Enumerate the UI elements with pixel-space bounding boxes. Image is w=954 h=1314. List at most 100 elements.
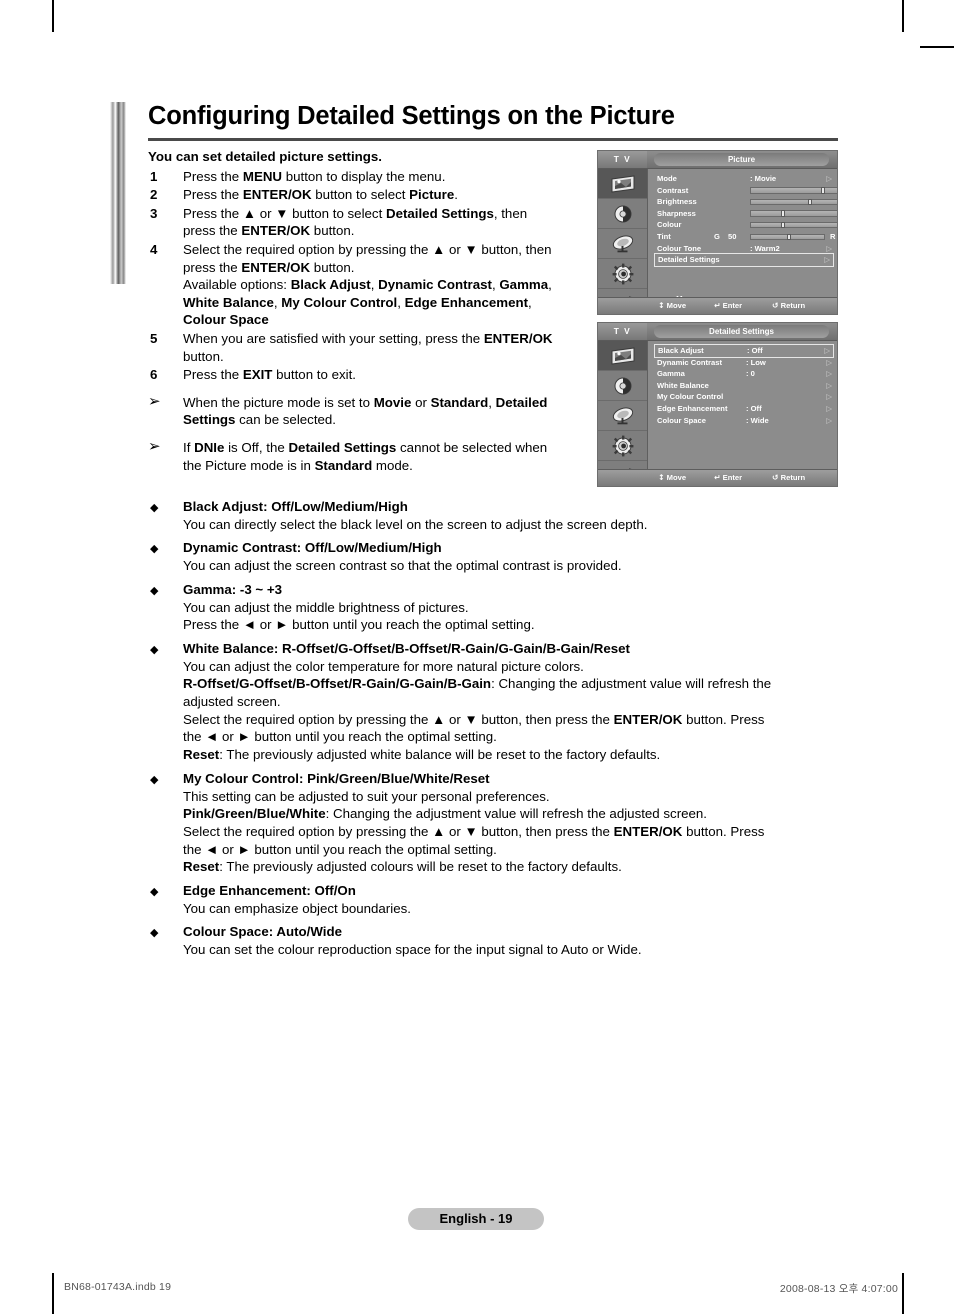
osd-slider-knob[interactable]	[781, 210, 786, 217]
osd-menu-row[interactable]: Contrast80	[654, 185, 837, 197]
bullet-text: : The previously adjusted colours will b…	[219, 859, 622, 875]
osd-detailed-move-hint: ↕ Move	[658, 470, 686, 486]
osd-slider-knob[interactable]	[781, 221, 786, 229]
updown-arrow-icon: ↕	[658, 301, 665, 310]
enter-key-icon: ↵	[714, 301, 721, 310]
print-footer-divider	[52, 1272, 904, 1273]
note-arrow-icon: ➢	[148, 436, 161, 455]
note-text: ,	[488, 394, 496, 410]
osd-menu-row[interactable]: My Colour Control ▷	[654, 391, 834, 403]
bullet-line: Select the required option by pressing t…	[183, 823, 848, 841]
sound-icon[interactable]	[598, 371, 647, 401]
step-text: press the	[183, 223, 242, 239]
chevron-right-icon[interactable]: ▷	[826, 391, 832, 403]
chevron-right-icon[interactable]: ▷	[826, 357, 832, 369]
osd-picture-enter-label: Enter	[722, 301, 743, 310]
osd-menu-row[interactable]: Brightness65	[654, 196, 837, 208]
osd-menu-row[interactable]: Colour35	[654, 219, 837, 231]
step-text: button.	[183, 348, 224, 364]
step-text: ENTER/OK	[241, 223, 311, 239]
bullet-text: : The previously adjusted white balance …	[219, 747, 661, 763]
step-text: ENTER/OK	[483, 330, 553, 346]
bullet-line: This setting can be adjusted to suit you…	[183, 788, 848, 806]
osd-picture-body: Mode: Movie▷Contrast80Brightness65Sharpn…	[598, 169, 837, 314]
step-number: 2	[150, 187, 158, 203]
sound-icon[interactable]	[598, 199, 647, 229]
osd-menu-row[interactable]: Mode: Movie ▷	[654, 173, 834, 185]
bullet-text: R-Offset/G-Offset/B-Offset/R-Gain/G-Gain…	[183, 676, 492, 692]
step-text: Select the required option by pressing t…	[183, 241, 552, 257]
note-text: When the picture mode is set to	[183, 394, 374, 410]
bullet-line: R-Offset/G-Offset/B-Offset/R-Gain/G-Gain…	[183, 675, 848, 693]
osd-slider-knob[interactable]	[820, 187, 825, 194]
chevron-right-icon[interactable]: ▷	[826, 380, 832, 392]
bullet-text: Off/Low/Medium/High	[271, 499, 408, 514]
chevron-right-icon[interactable]: ▷	[826, 403, 832, 415]
bullet-item: ◆ Colour Space: Auto/Wide You can set the …	[148, 923, 848, 958]
chevron-right-icon[interactable]: ▷	[824, 345, 830, 357]
osd-detailed-return-label: Return	[780, 473, 806, 482]
chevron-right-icon[interactable]: ▷	[826, 415, 832, 427]
title-divider	[148, 138, 838, 141]
osd-detailed-return-hint: ↺ Return	[772, 470, 805, 486]
bullet-heading: Dynamic Contrast: Off/Low/Medium/High	[183, 539, 848, 557]
osd-menu-row[interactable]: Black Adjust: Off ▷	[654, 344, 834, 358]
osd-slider[interactable]	[750, 221, 837, 229]
osd-slider[interactable]	[750, 198, 837, 206]
osd-tint-slider-knob[interactable]	[786, 233, 791, 240]
bullet-text: Reset	[183, 747, 220, 763]
bullet-heading: My Colour Control: Pink/Green/Blue/White…	[183, 770, 848, 788]
note-text: Settings	[183, 412, 236, 428]
note-text: Detailed	[495, 394, 548, 410]
bullet-line: You can adjust the screen contrast so th…	[183, 557, 848, 575]
osd-detailed-items: Black Adjust: Off ▷ Dynamic Contrast: Low ▷…	[654, 344, 834, 427]
osd-tint-slider[interactable]	[750, 233, 825, 240]
bullet-item: ◆ Dynamic Contrast: Off/Low/Medium/High Yo…	[148, 539, 848, 574]
setup-icon[interactable]	[598, 431, 647, 461]
picture-icon[interactable]	[598, 169, 647, 199]
chevron-right-icon[interactable]: ▷	[824, 254, 830, 266]
osd-slider[interactable]	[750, 187, 837, 194]
step-text: Dynamic Contrast	[378, 277, 492, 293]
osd-menu-row[interactable]: Detailed Settings ▷	[654, 253, 834, 267]
bullet-text: : Pink/Green/Blue/White/Reset	[298, 770, 490, 786]
bullet-text: You can adjust the middle brightness of …	[183, 599, 469, 615]
updown-arrow-icon: ↕	[658, 473, 665, 482]
bullet-line: adjusted screen.	[183, 693, 848, 711]
note-text: Standard	[430, 394, 489, 410]
osd-menu-row[interactable]: Colour Space: Wide ▷	[654, 415, 834, 427]
picture-icon[interactable]	[598, 341, 647, 371]
bullet-text: button. Press	[682, 823, 765, 839]
osd-detailed-body: Black Adjust: Off ▷ Dynamic Contrast: Low ▷…	[598, 341, 837, 486]
setup-icon[interactable]	[598, 259, 647, 289]
note-text: can be selected.	[235, 412, 337, 428]
channel-icon[interactable]	[598, 401, 647, 431]
bullet-text: You can directly select the black level …	[183, 516, 648, 532]
bullet-line: You can set the colour reproduction spac…	[183, 941, 848, 959]
osd-row-label: Mode	[657, 174, 677, 183]
osd-menu-row[interactable]: Edge Enhancement: Off ▷	[654, 403, 834, 415]
osd-detailed-title: Detailed Settings	[654, 325, 829, 338]
chevron-right-icon[interactable]: ▷	[826, 173, 832, 185]
osd-tint-r-label: R	[830, 231, 836, 241]
chevron-right-icon[interactable]: ▷	[826, 368, 832, 380]
bullet-heading: Edge Enhancement: Off/On	[183, 882, 848, 900]
bullet-text: Select the required option by pressing t…	[183, 823, 614, 839]
osd-menu-row[interactable]: Dynamic Contrast: Low ▷	[654, 357, 834, 369]
bullet-line: You can directly select the black level …	[183, 516, 848, 534]
step-text: Colour Space	[183, 312, 269, 328]
step-text: When you are satisfied with your setting…	[183, 330, 484, 346]
osd-menu-row[interactable]: Gamma: 0 ▷	[654, 368, 834, 380]
step-text: button to exit.	[272, 367, 356, 383]
osd-menu-row[interactable]: TintG50R50	[654, 231, 836, 243]
step-text: button to select	[311, 187, 410, 203]
channel-icon[interactable]	[598, 229, 647, 259]
step-text: ,	[548, 277, 552, 293]
bullet-text: This setting can be adjusted to suit you…	[183, 788, 550, 804]
osd-slider[interactable]	[750, 210, 837, 217]
bullet-item: ◆ Gamma: -3 ~ +3 You can adjust the middle…	[148, 581, 848, 634]
osd-menu-row[interactable]: Sharpness35	[654, 208, 837, 220]
osd-slider-knob[interactable]	[807, 198, 812, 206]
osd-row-label: Tint	[657, 231, 671, 241]
osd-menu-row[interactable]: White Balance ▷	[654, 380, 834, 392]
